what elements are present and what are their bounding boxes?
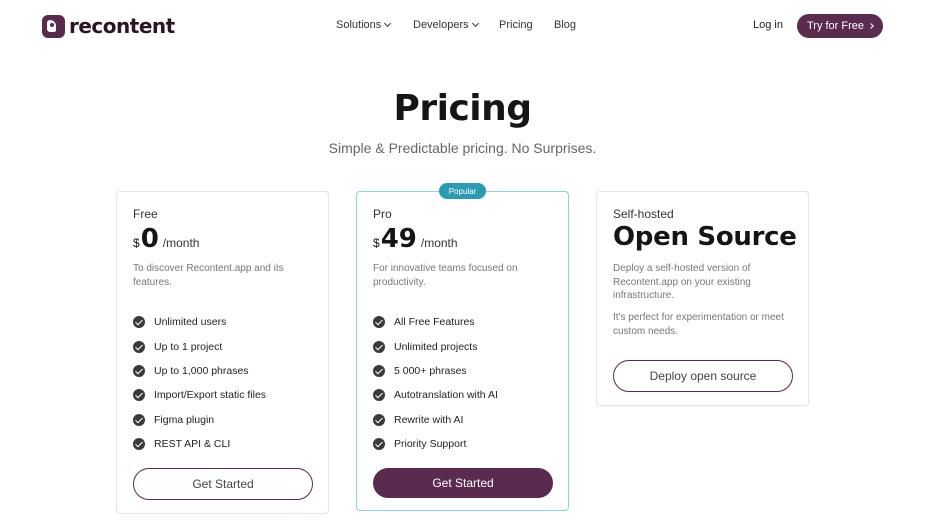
feature-label: All Free Features <box>394 316 475 329</box>
plan-name: Self-hosted <box>613 207 674 221</box>
plan-price: $ 0 /month <box>133 224 199 254</box>
feature-label: Unlimited projects <box>394 340 478 353</box>
check-circle-icon <box>133 389 145 402</box>
nav-item-blog[interactable]: Blog <box>554 19 576 31</box>
list-item: Autotranslation with AI <box>373 383 498 407</box>
feature-label: Up to 1 project <box>154 340 223 353</box>
price-period: /month <box>420 236 458 250</box>
price-currency: $ <box>133 236 140 250</box>
feature-label: Import/Export static files <box>154 389 267 402</box>
login-link[interactable]: Log in <box>753 19 783 31</box>
plan-card-free: Free $ 0 /month To discover Recontent.ap… <box>116 191 329 514</box>
feature-label: Up to 1,000 phrases <box>154 364 249 377</box>
check-circle-icon <box>373 413 385 426</box>
site-header: recontent Solutions Developers Pricing B… <box>0 0 925 52</box>
list-item: Figma plugin <box>133 408 266 432</box>
check-circle-icon <box>133 364 145 377</box>
check-circle-icon <box>373 389 385 402</box>
list-item: Rewrite with AI <box>373 408 498 432</box>
plan-note: It's perfect for experimentation or meet… <box>613 312 784 337</box>
list-item: All Free Features <box>373 310 498 334</box>
check-circle-icon <box>133 413 145 426</box>
try-for-free-label: Try for Free <box>806 20 865 32</box>
try-for-free-button[interactable]: Try for Free <box>797 14 883 38</box>
list-item: REST API & CLI <box>133 432 266 456</box>
nav-item-label: Pricing <box>499 19 533 31</box>
plan-description: To discover Recontent.app and its featur… <box>133 263 284 288</box>
chevron-down-icon <box>384 19 392 28</box>
list-item: Import/Export static files <box>133 383 266 407</box>
nav-item-developers[interactable]: Developers <box>413 19 479 31</box>
plan-description: Deploy a self-hosted version of Reconten… <box>613 263 751 301</box>
price-amount: 49 <box>380 224 417 254</box>
main-nav: Solutions Developers Pricing Blog <box>0 19 925 33</box>
deploy-open-source-button[interactable]: Deploy open source <box>613 360 793 392</box>
nav-item-label: Developers <box>413 19 469 31</box>
popular-badge: Popular <box>439 183 486 199</box>
plan-card-self-hosted: Self-hosted Open Source Deploy a self-ho… <box>596 191 809 406</box>
check-circle-icon <box>133 316 145 329</box>
pro-get-started-button[interactable]: Get Started <box>373 468 553 498</box>
price-period: /month <box>162 236 200 250</box>
price-amount: 0 <box>140 224 159 254</box>
nav-item-solutions[interactable]: Solutions <box>336 19 392 31</box>
feature-label: 5 000+ phrases <box>394 364 467 377</box>
feature-label: REST API & CLI <box>154 438 231 451</box>
plan-name: Pro <box>373 207 392 221</box>
plan-card-pro: Pro $ 49 /month For innovative teams foc… <box>356 191 569 511</box>
check-circle-icon <box>373 438 385 451</box>
check-circle-icon <box>373 364 385 377</box>
list-item: Up to 1,000 phrases <box>133 359 266 383</box>
feature-label: Autotranslation with AI <box>394 389 498 402</box>
plan-name: Free <box>133 207 158 221</box>
page-subtitle: Simple & Predictable pricing. No Surpris… <box>328 140 597 156</box>
free-get-started-button[interactable]: Get Started <box>133 468 313 500</box>
feature-list: All Free Features Unlimited projects 5 0… <box>373 310 498 456</box>
feature-label: Unlimited users <box>154 316 227 329</box>
check-circle-icon <box>373 316 385 329</box>
feature-label: Figma plugin <box>154 413 215 426</box>
chevron-down-icon <box>471 19 479 28</box>
feature-list: Unlimited users Up to 1 project Up to 1,… <box>133 310 266 456</box>
feature-label: Priority Support <box>394 438 467 451</box>
plan-description: For innovative teams focused on producti… <box>373 263 518 288</box>
feature-label: Rewrite with AI <box>394 413 464 426</box>
list-item: Unlimited users <box>133 310 266 334</box>
plan-price: $ 49 /month <box>373 224 458 254</box>
check-circle-icon <box>133 438 145 451</box>
list-item: Unlimited projects <box>373 334 498 358</box>
chevron-right-icon <box>868 23 874 29</box>
page-title: Pricing <box>393 88 532 129</box>
nav-item-label: Blog <box>554 19 577 31</box>
plan-title: Open Source <box>613 222 797 252</box>
list-item: Up to 1 project <box>133 334 266 358</box>
nav-item-pricing[interactable]: Pricing <box>499 19 533 31</box>
check-circle-icon <box>373 340 385 353</box>
nav-item-label: Solutions <box>336 19 382 31</box>
list-item: Priority Support <box>373 432 498 456</box>
check-circle-icon <box>133 340 145 353</box>
price-currency: $ <box>373 236 380 250</box>
list-item: 5 000+ phrases <box>373 359 498 383</box>
